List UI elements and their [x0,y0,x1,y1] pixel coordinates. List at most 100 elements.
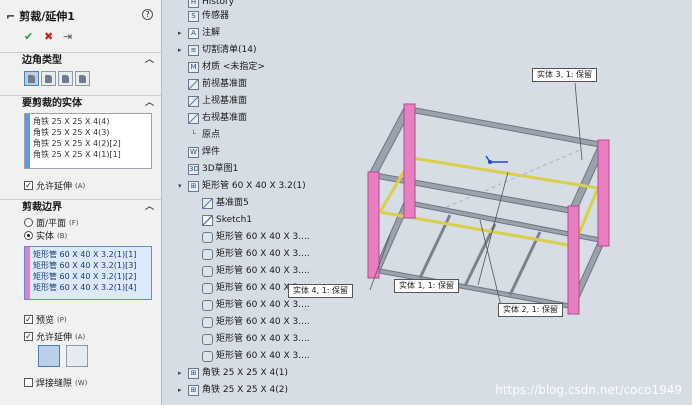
expand-arrow-icon[interactable]: ▾ [178,178,185,194]
callout-3[interactable]: 实体 3, 1: 保留 [532,68,598,82]
corner-end-trim-button[interactable] [24,71,39,86]
tree-item-tube[interactable]: 矩形管 60 X 40 X 3.... [202,314,310,330]
callout-2[interactable]: 实体 2, 1: 保留 [498,303,564,317]
checkbox-checked-icon[interactable]: ✓ [24,332,33,341]
list-item[interactable]: 矩形管 60 X 40 X 3.2(1)[4] [33,282,149,293]
corner-butt1-button[interactable] [58,71,73,86]
tree-item-angle-2[interactable]: ▸ ⊞ 角铁 25 X 25 X 4(2) [178,382,288,398]
face-plane-key: (F) [69,218,79,227]
tree-item-label: 材质 <未指定> [202,62,265,72]
list-item[interactable]: 角铁 25 X 25 X 4(4) [33,116,149,127]
expand-arrow-icon[interactable]: ▸ [178,25,185,41]
body-icon [202,282,213,294]
allow-extend-key-1: (A) [75,181,86,190]
tree-item-tube[interactable]: 矩形管 60 X 40 X 3.... [202,331,310,347]
list-item[interactable]: 矩形管 60 X 40 X 3.2(1)[2] [33,271,149,282]
tree-item-cutlist[interactable]: ▸ ≡ 切割清单(14) [178,42,256,58]
expand-arrow-icon[interactable]: ▸ [178,42,185,58]
weldment-icon: W [188,146,199,158]
list-item[interactable]: 角铁 25 X 25 X 4(1)[1] [33,149,149,160]
tree-item-sensors[interactable]: S 传感器 [188,8,229,24]
expand-arrow-icon[interactable]: ▸ [178,382,185,398]
history-icon: H [188,0,199,8]
allow-extend-checkbox-2[interactable]: ✓ 允许延伸 (A) [24,330,85,343]
face-plane-radio[interactable]: 面/平面 (F) [24,216,79,229]
pin-icon[interactable]: ⇥ [63,30,72,43]
graphics-area[interactable]: 实体 3, 1: 保留 实体 4, 1: 保留 实体 1, 1: 保留 实体 2… [288,0,692,405]
tree-item-tube[interactable]: 矩形管 60 X 40 X 3.... [202,297,310,313]
chevron-up-icon[interactable]: ︿ [145,200,154,215]
tree-item-origin[interactable]: └ 原点 [188,127,220,143]
cutlist-icon: ≡ [188,44,199,56]
tree-item-annotations[interactable]: ▸ A 注解 [178,25,220,41]
preview-checkbox[interactable]: ✓ 预览 (P) [24,313,67,326]
corner-butt2-button[interactable] [75,71,90,86]
tree-item-material[interactable]: M 材质 <未指定> [188,59,265,75]
feature-title-text: 剪裁/延伸1 [19,10,75,23]
expand-arrow-icon[interactable]: ▸ [178,365,185,381]
tree-item-top-plane[interactable]: 上视基准面 [188,93,247,109]
bodies-to-trim-title: 要剪裁的实体 [22,98,82,109]
trim-extend-icon: ⌐ [6,9,16,23]
allow-extend-checkbox-1[interactable]: ✓ 允许延伸 (A) [24,179,85,192]
tree-item-3dsketch[interactable]: 3D 3D草图1 [188,161,238,177]
cancel-button[interactable]: ✖ [44,30,53,43]
chevron-up-icon[interactable]: ︿ [145,53,154,68]
tree-item-label: 注解 [202,28,221,38]
callout-1[interactable]: 实体 1, 1: 保留 [394,279,460,293]
checkbox-checked-icon[interactable]: ✓ [24,181,33,190]
plane-icon [188,112,199,124]
3d-sketch-icon: 3D [188,163,199,175]
radio-on-icon[interactable] [24,231,33,240]
tree-item-weldments[interactable]: W 焊件 [188,144,220,160]
corner-type-header[interactable]: 边角类型 ︿ [0,52,161,67]
tree-item-tube[interactable]: 矩形管 60 X 40 X 3.... [202,263,310,279]
sketch-icon [202,214,213,226]
property-manager-panel: ⌐ 剪裁/延伸1 ? ✔ ✖ ⇥ 边角类型 ︿ 要剪裁的实体 ︿ 角铁 25 X… [0,0,162,405]
trim-boundary-header[interactable]: 剪裁边界 ︿ [0,199,161,214]
structural-member-icon: ⊞ [188,384,199,396]
bodies-to-trim-list[interactable]: 角铁 25 X 25 X 4(4) 角铁 25 X 25 X 4(3) 角铁 2… [24,113,152,169]
tree-item-label: Sketch1 [216,215,253,225]
callout-4[interactable]: 实体 4, 1: 保留 [288,284,354,298]
tree-item-label: 矩形管 60 X 40 X 3.2(1) [202,181,306,191]
corner-miter-button[interactable] [41,71,56,86]
list-item[interactable]: 角铁 25 X 25 X 4(3) [33,127,149,138]
sensor-icon: S [188,10,199,22]
tree-item-sketch1[interactable]: Sketch1 [202,212,252,228]
help-icon[interactable]: ? [142,9,153,20]
tree-item-tube[interactable]: 矩形管 60 X 40 X 3.... [202,246,310,262]
preview-label: 预览 [36,316,55,326]
leg-1 [403,103,416,219]
watermark-text: https://blog.csdn.net/coco1949 [495,383,682,397]
weld-gap-checkbox[interactable]: 焊接缝隙 (W) [24,376,87,389]
planar-trim-button[interactable] [38,345,60,367]
selection-color-bar [25,247,30,299]
body-trim-button[interactable] [66,345,88,367]
body-radio[interactable]: 实体 (B) [24,229,67,242]
feature-title: ⌐ 剪裁/延伸1 [6,8,75,24]
list-item[interactable]: 矩形管 60 X 40 X 3.2(1)[1] [33,249,149,260]
leg-2 [367,171,380,279]
corner-type-buttons [24,71,90,86]
plane-icon [188,78,199,90]
leg-4 [567,205,580,315]
body-icon [202,333,213,345]
tree-item-structural-member[interactable]: ▾ ⊞ 矩形管 60 X 40 X 3.2(1) [178,178,306,194]
bodies-to-trim-header[interactable]: 要剪裁的实体 ︿ [0,95,161,110]
tree-item-plane5[interactable]: 基准面5 [202,195,249,211]
body-icon [202,316,213,328]
tree-item-right-plane[interactable]: 右视基准面 [188,110,247,126]
tree-item-angle-1[interactable]: ▸ ⊞ 角铁 25 X 25 X 4(1) [178,365,288,381]
radio-off-icon[interactable] [24,218,33,227]
chevron-up-icon[interactable]: ︿ [145,96,154,111]
tree-item-tube[interactable]: 矩形管 60 X 40 X 3.... [202,348,310,364]
tree-item-front-plane[interactable]: 前视基准面 [188,76,247,92]
checkbox-unchecked-icon[interactable] [24,378,33,387]
tree-item-tube[interactable]: 矩形管 60 X 40 X 3.... [202,229,310,245]
ok-button[interactable]: ✔ [24,30,33,43]
list-item[interactable]: 矩形管 60 X 40 X 3.2(1)[3] [33,260,149,271]
checkbox-checked-icon[interactable]: ✓ [24,315,33,324]
trim-boundary-list[interactable]: 矩形管 60 X 40 X 3.2(1)[1] 矩形管 60 X 40 X 3.… [24,246,152,300]
list-item[interactable]: 角铁 25 X 25 X 4(2)[2] [33,138,149,149]
